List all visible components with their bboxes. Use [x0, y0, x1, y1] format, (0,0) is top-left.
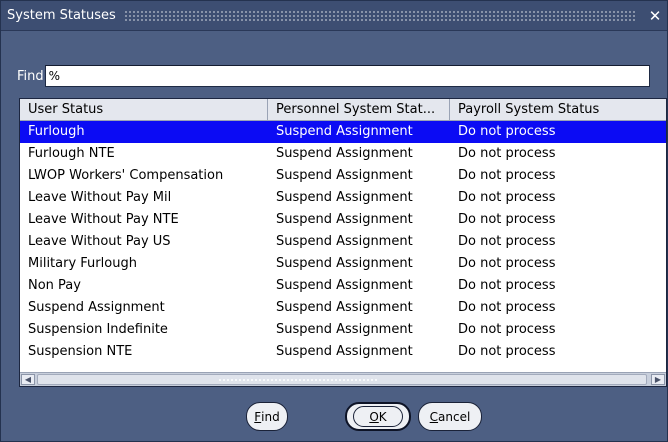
personnel-status-cell: Suspend Assignment	[276, 190, 413, 205]
system-statuses-dialog: System Statuses ✕ Find User Status Perso…	[0, 0, 668, 442]
scroll-right-icon[interactable]: ▶	[651, 374, 665, 385]
column-header-payroll-system-status[interactable]: Payroll System Status	[450, 99, 666, 121]
personnel-status-cell: Suspend Assignment	[276, 322, 413, 337]
list-header: User Status Personnel System Stat... Pay…	[20, 99, 666, 121]
user-status-cell: Leave Without Pay US	[28, 234, 171, 249]
find-button[interactable]: Find	[246, 402, 288, 431]
personnel-status-cell: Suspend Assignment	[276, 146, 413, 161]
close-icon[interactable]: ✕	[645, 6, 665, 26]
horizontal-scrollbar[interactable]: ◀ ▶	[20, 372, 666, 386]
find-input[interactable]	[44, 65, 650, 87]
scrollbar-thumb[interactable]	[37, 374, 647, 385]
list-row[interactable]: Suspend Assignment Suspend Assignment Do n…	[20, 297, 666, 319]
payroll-status-cell: Do not process	[458, 146, 556, 161]
window-title: System Statuses	[7, 8, 116, 23]
list-row[interactable]: Military Furlough Suspend Assignment Do no…	[20, 253, 666, 275]
scroll-left-icon[interactable]: ◀	[21, 374, 35, 385]
list-row[interactable]: Suspension Indefinite Suspend Assignment D…	[20, 319, 666, 341]
user-status-cell: Furlough NTE	[28, 146, 115, 161]
status-list: User Status Personnel System Stat... Pay…	[19, 98, 667, 387]
user-status-cell: Leave Without Pay NTE	[28, 212, 179, 227]
payroll-status-cell: Do not process	[458, 256, 556, 271]
find-label: Find	[17, 68, 44, 84]
ok-button-label: K	[378, 409, 387, 424]
user-status-cell: Non Pay	[28, 278, 81, 293]
cancel-button-mnemonic: C	[429, 409, 439, 424]
payroll-status-cell: Do not process	[458, 322, 556, 337]
user-status-cell: Suspension Indefinite	[28, 322, 168, 337]
payroll-status-cell: Do not process	[458, 168, 556, 183]
title-bar-grip[interactable]	[123, 8, 637, 23]
title-bar[interactable]: System Statuses ✕	[1, 1, 667, 31]
column-header-user-status[interactable]: User Status	[20, 99, 268, 121]
list-row[interactable]: Leave Without Pay US Suspend Assignment Do…	[20, 231, 666, 253]
user-status-cell: Suspend Assignment	[28, 300, 165, 315]
personnel-status-cell: Suspend Assignment	[276, 256, 413, 271]
payroll-status-cell: Do not process	[458, 190, 556, 205]
list-rows: Furlough Suspend Assignment Do not process…	[20, 121, 666, 363]
personnel-status-cell: Suspend Assignment	[276, 168, 413, 183]
ok-button-focus-ring: OK	[353, 406, 403, 427]
payroll-status-cell: Do not process	[458, 278, 556, 293]
user-status-cell: Leave Without Pay Mil	[28, 190, 172, 205]
payroll-status-cell: Do not process	[458, 124, 556, 139]
list-row[interactable]: Leave Without Pay NTE Suspend Assignment D…	[20, 209, 666, 231]
payroll-status-cell: Do not process	[458, 212, 556, 227]
payroll-status-cell: Do not process	[458, 300, 556, 315]
find-button-label: ind	[261, 409, 280, 424]
user-status-cell: Military Furlough	[28, 256, 137, 271]
column-header-personnel-system-status[interactable]: Personnel System Stat...	[268, 99, 450, 121]
list-row[interactable]: Furlough Suspend Assignment Do not process	[20, 121, 666, 143]
personnel-status-cell: Suspend Assignment	[276, 344, 413, 359]
list-row[interactable]: Leave Without Pay Mil Suspend Assignment D…	[20, 187, 666, 209]
payroll-status-cell: Do not process	[458, 344, 556, 359]
list-row[interactable]: Non Pay Suspend Assignment Do not process	[20, 275, 666, 297]
list-row[interactable]: Furlough NTE Suspend Assignment Do not pro…	[20, 143, 666, 165]
personnel-status-cell: Suspend Assignment	[276, 300, 413, 315]
user-status-cell: Furlough	[28, 124, 85, 139]
personnel-status-cell: Suspend Assignment	[276, 278, 413, 293]
user-status-cell: Suspension NTE	[28, 344, 133, 359]
payroll-status-cell: Do not process	[458, 234, 556, 249]
personnel-status-cell: Suspend Assignment	[276, 124, 413, 139]
ok-button[interactable]: OK	[345, 402, 411, 431]
list-row[interactable]: Suspension NTE Suspend Assignment Do not p…	[20, 341, 666, 363]
user-status-cell: LWOP Workers' Compensation	[28, 168, 224, 183]
list-row[interactable]: LWOP Workers' Compensation Suspend Assign…	[20, 165, 666, 187]
cancel-button-label: ancel	[438, 409, 471, 424]
find-row: Find	[17, 65, 650, 87]
cancel-button[interactable]: Cancel	[418, 402, 482, 431]
find-button-mnemonic: F	[254, 409, 262, 424]
ok-button-mnemonic: O	[369, 409, 379, 424]
personnel-status-cell: Suspend Assignment	[276, 234, 413, 249]
personnel-status-cell: Suspend Assignment	[276, 212, 413, 227]
scrollbar-grip	[218, 378, 378, 383]
